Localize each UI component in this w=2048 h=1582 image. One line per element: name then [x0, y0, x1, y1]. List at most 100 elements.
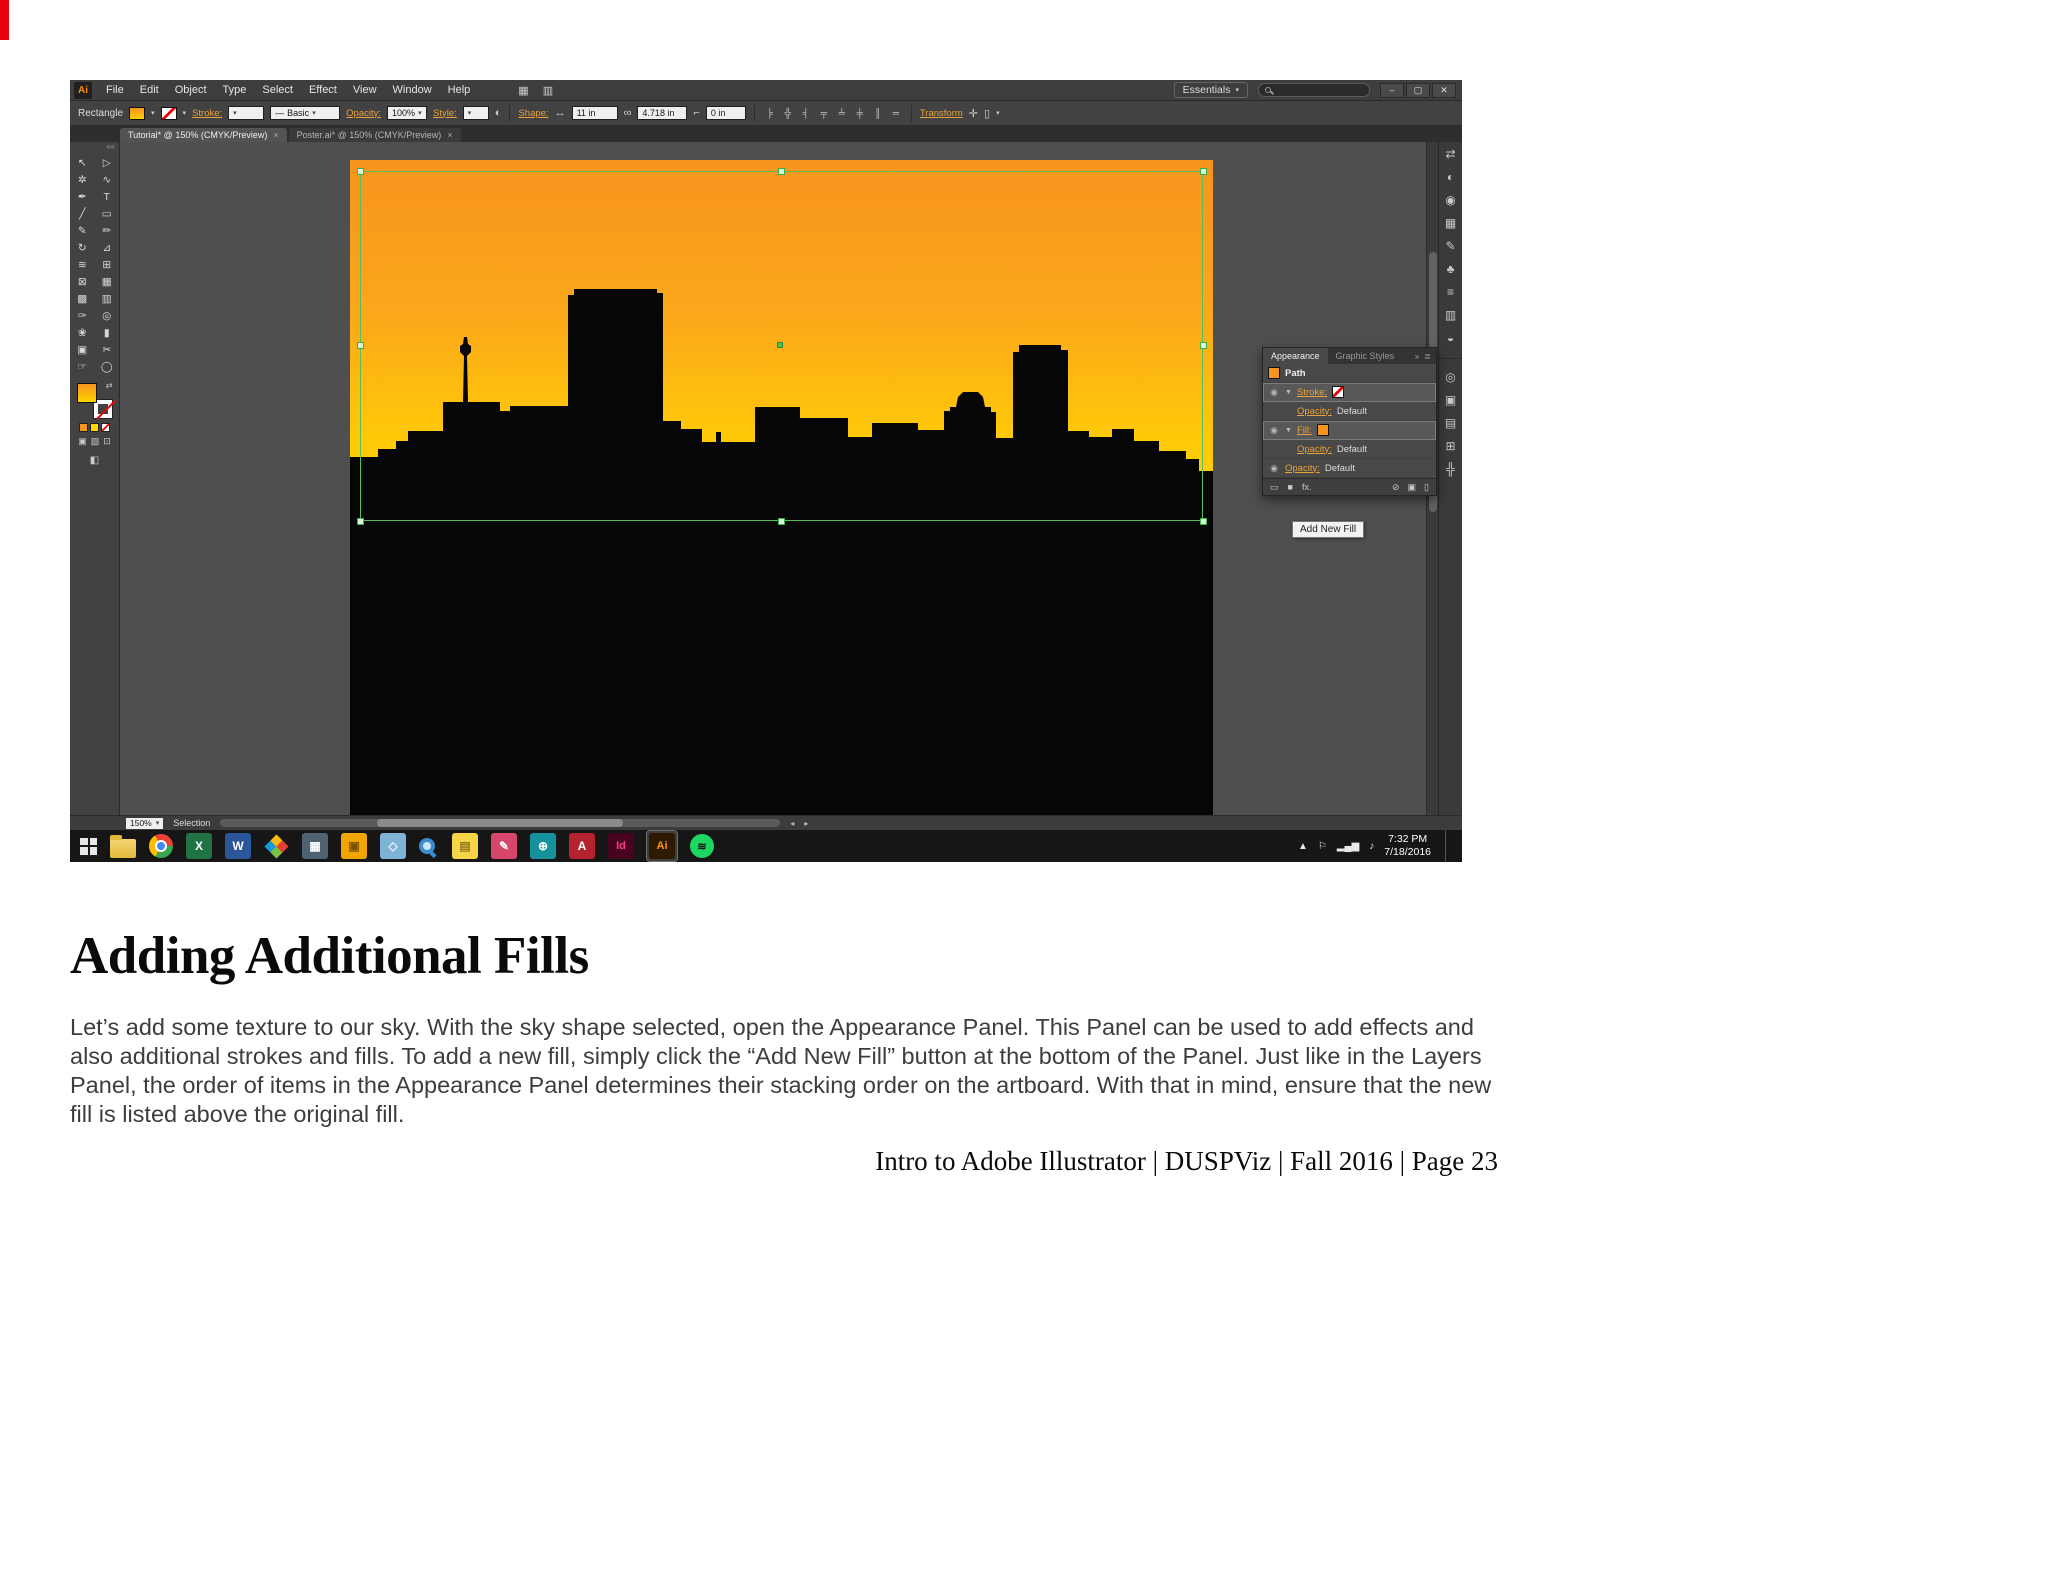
search-box[interactable] [1258, 83, 1370, 97]
menu-window[interactable]: Window [385, 80, 440, 101]
tab-graphic-styles[interactable]: Graphic Styles [1328, 351, 1403, 361]
opacity-field[interactable]: 100% ▾ [387, 106, 428, 120]
tab-tutorial[interactable]: Tutorial* @ 150% (CMYK/Preview) × [120, 128, 287, 142]
opacity-link[interactable]: Opacity: [346, 108, 381, 119]
search-app-icon[interactable] [419, 838, 435, 854]
volume-icon[interactable]: ♪ [1369, 841, 1374, 852]
appearance-row-fill-opacity[interactable]: Opacity: Default [1263, 440, 1436, 459]
draw-behind-icon[interactable]: ▧ [91, 436, 100, 447]
selection-handle[interactable] [778, 168, 785, 175]
draw-normal-icon[interactable]: ▣ [78, 436, 87, 447]
clear-appearance-icon[interactable]: ⊘ [1392, 482, 1400, 493]
restore-button[interactable]: ▢ [1406, 82, 1430, 98]
disclosure-triangle-icon[interactable]: ▼ [1285, 427, 1292, 434]
magic-wand-tool[interactable]: ✲ [70, 171, 95, 188]
stroke-panel-icon[interactable]: ≡ [1439, 280, 1462, 303]
link-dimensions-icon[interactable]: ∞ [624, 107, 632, 119]
stroke-none-swatch[interactable] [1332, 386, 1345, 398]
action-center-icon[interactable]: ⚐ [1318, 841, 1327, 852]
office-icon[interactable] [264, 833, 289, 859]
hand-tool[interactable]: ☞ [70, 358, 95, 375]
style-label[interactable]: Style: [433, 108, 457, 119]
menu-file[interactable]: File [98, 80, 132, 101]
excel-icon[interactable]: X [186, 833, 212, 859]
arrange-documents-icon[interactable]: ▦ [518, 84, 528, 97]
add-new-effect-icon[interactable]: fx. [1302, 482, 1312, 492]
selection-handle[interactable] [357, 168, 364, 175]
show-desktop-button[interactable] [1445, 830, 1452, 862]
network-signal-icon[interactable]: ▂▄▆ [1337, 841, 1359, 852]
stroke-link[interactable]: Stroke: [192, 108, 222, 119]
horizontal-scrollbar[interactable] [220, 819, 781, 827]
fill-color-swatch[interactable] [129, 106, 146, 120]
calculator-icon[interactable]: ▦ [302, 833, 328, 859]
menu-object[interactable]: Object [167, 80, 215, 101]
add-new-stroke-icon[interactable]: ▭ [1270, 482, 1279, 493]
search-input[interactable] [1275, 85, 1363, 95]
disclosure-triangle-icon[interactable]: ▼ [1285, 389, 1292, 396]
start-button[interactable] [80, 837, 97, 855]
color-swatch[interactable] [79, 423, 88, 432]
close-button[interactable]: ✕ [1432, 82, 1456, 98]
stroke-color-swatch[interactable] [160, 106, 177, 120]
selection-handle[interactable] [1200, 342, 1207, 349]
transform-link[interactable]: Transform [920, 108, 963, 119]
width-tool[interactable]: ≋ [70, 256, 95, 273]
rectangle-tool[interactable]: ▭ [95, 205, 120, 222]
none-swatch[interactable] [101, 423, 110, 432]
selection-handle[interactable] [357, 518, 364, 525]
free-transform-tool[interactable]: ⊞ [95, 256, 120, 273]
minimize-button[interactable]: – [1380, 82, 1404, 98]
panel-menu-icon[interactable]: ≣ [1424, 352, 1431, 361]
scale-tool[interactable]: ⊿ [95, 239, 120, 256]
menu-view[interactable]: View [345, 80, 385, 101]
stroke-weight-field[interactable]: ▾ [228, 106, 265, 120]
gradient-panel-icon[interactable]: ▥ [1439, 303, 1462, 326]
close-tab-icon[interactable]: × [273, 130, 278, 140]
file-explorer-icon[interactable] [110, 835, 136, 858]
stroke-attribute-link[interactable]: Stroke: [1297, 387, 1327, 398]
gradient-swatch[interactable] [90, 423, 99, 432]
selection-handle[interactable] [778, 518, 785, 525]
type-tool[interactable]: T [95, 188, 120, 205]
direct-selection-tool[interactable]: ▷ [95, 154, 120, 171]
fill-color-swatch[interactable] [1316, 424, 1329, 436]
opacity-link[interactable]: Opacity: [1285, 463, 1320, 474]
brushes-panel-icon[interactable]: ✎ [1439, 234, 1462, 257]
color-guide-panel-icon[interactable]: ◉ [1439, 188, 1462, 211]
scrollbar-thumb[interactable] [377, 819, 624, 827]
transparency-panel-icon[interactable]: ◒ [1439, 326, 1462, 349]
style-field[interactable]: ▾ [462, 106, 489, 120]
swap-fill-stroke-icon[interactable]: ⇄ [106, 381, 113, 390]
appearance-row-stroke-opacity[interactable]: Opacity: Default [1263, 402, 1436, 421]
menu-select[interactable]: Select [254, 80, 301, 101]
selection-tool[interactable]: ↖ [70, 154, 95, 171]
perspective-grid-tool[interactable]: ▦ [95, 273, 120, 290]
opacity-link[interactable]: Opacity: [1297, 444, 1332, 455]
rotate-tool[interactable]: ↻ [70, 239, 95, 256]
align-right-icon[interactable]: ╡ [799, 108, 813, 118]
paint-3d-icon[interactable]: ◇ [380, 833, 406, 859]
appearance-row-stroke[interactable]: ◉ ▼ Stroke: [1263, 383, 1436, 402]
show-hidden-icons[interactable]: ▲ [1298, 841, 1308, 852]
zoom-tool[interactable]: ◯ [95, 358, 120, 375]
align-top-icon[interactable]: ╤ [817, 108, 831, 118]
pencil-tool[interactable]: ✏ [95, 222, 120, 239]
layers-panel-icon[interactable]: ▤ [1439, 411, 1462, 434]
collapse-tools-icon[interactable]: «« [70, 142, 119, 154]
menu-edit[interactable]: Edit [132, 80, 167, 101]
indesign-icon[interactable]: Id [608, 833, 634, 859]
distribute-h-icon[interactable]: ═ [889, 108, 903, 118]
autocad-icon[interactable]: A [569, 833, 595, 859]
shape-width-field[interactable]: 11 in [571, 106, 618, 120]
fill-stroke-indicator[interactable]: ⇄ [76, 381, 113, 419]
screen-mode-icon[interactable]: ◧ [70, 455, 119, 466]
delete-item-icon[interactable]: ▯ [1424, 482, 1429, 493]
shape-link[interactable]: Shape: [518, 108, 548, 119]
snipping-tool-icon[interactable]: ✎ [491, 833, 517, 859]
appearance-panel-icon[interactable]: ◎ [1439, 365, 1462, 388]
selection-handle[interactable] [357, 342, 364, 349]
3d-builder-icon[interactable]: ▣ [341, 833, 367, 859]
taskbar-clock[interactable]: 7:32 PM 7/18/2016 [1384, 833, 1435, 859]
align-center-icon[interactable]: ╬ [781, 108, 795, 118]
